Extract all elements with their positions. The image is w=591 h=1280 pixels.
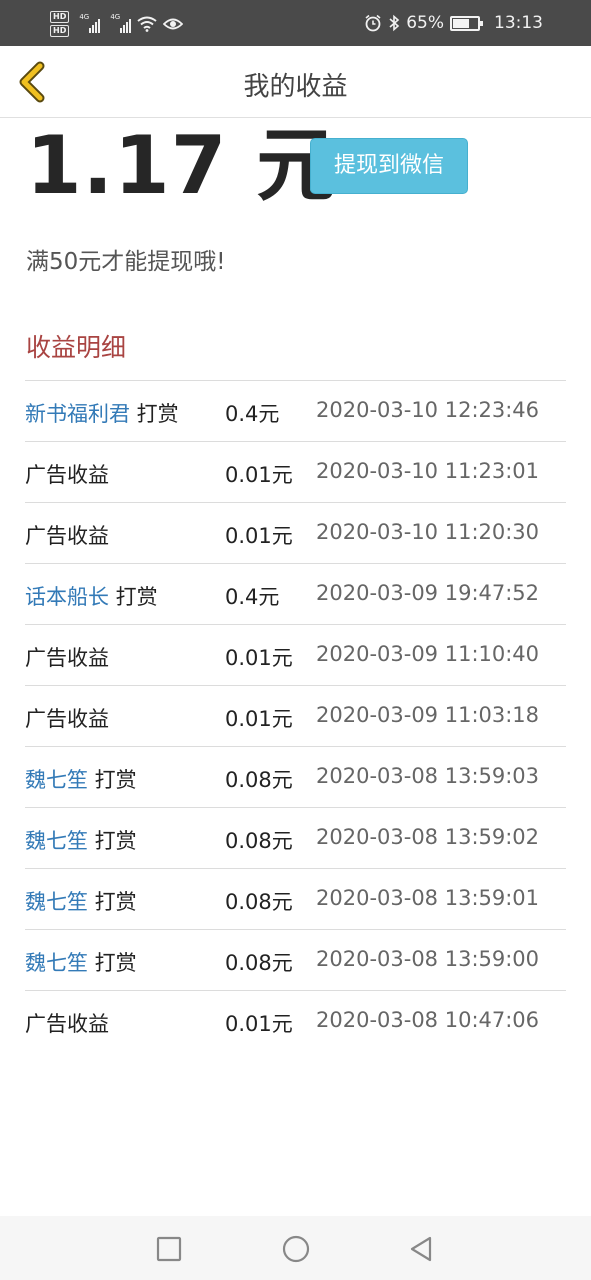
section-title: 收益明细 xyxy=(26,333,127,362)
record-label: 广告收益 xyxy=(25,646,109,670)
recent-apps-button[interactable] xyxy=(154,1234,184,1264)
network-type-2: 4G xyxy=(110,13,121,21)
record-name: 新书福利君 打赏 xyxy=(25,398,179,428)
record-time: 2020-03-09 11:03:18 xyxy=(316,703,540,727)
battery-icon xyxy=(450,15,483,31)
record-time: 2020-03-10 12:23:46 xyxy=(316,398,540,422)
record-value: 0.08元 xyxy=(225,951,293,975)
hd-badge-1: HD xyxy=(50,11,70,23)
network-type-1: 4G xyxy=(79,13,90,21)
record-value: 0.08元 xyxy=(225,829,293,853)
record-suffix: 打赏 xyxy=(88,951,137,975)
signal-icon-2: 4G xyxy=(110,13,132,33)
system-nav-bar xyxy=(0,1216,591,1280)
record-value: 0.01元 xyxy=(225,707,293,731)
withdraw-tip: 满50元才能提现哦! xyxy=(26,249,226,275)
record-time: 2020-03-10 11:23:01 xyxy=(316,459,540,483)
user-link[interactable]: 魏七笙 xyxy=(25,890,88,914)
battery-fill xyxy=(453,18,469,28)
list-item: 广告收益 0.01元 2020-03-09 11:10:40 xyxy=(25,624,566,685)
list-item: 话本船长 打赏 0.4元 2020-03-09 19:47:52 xyxy=(25,563,566,624)
record-name: 广告收益 xyxy=(25,1008,109,1038)
record-name: 话本船长 打赏 xyxy=(25,581,158,611)
record-time: 2020-03-08 10:47:06 xyxy=(316,1008,540,1032)
record-value: 0.01元 xyxy=(225,646,293,670)
record-name: 魏七笙 打赏 xyxy=(25,947,137,977)
bluetooth-icon xyxy=(389,14,400,32)
list-item: 魏七笙 打赏 0.08元 2020-03-08 13:59:00 xyxy=(25,929,566,990)
clock: 13:13 xyxy=(494,13,543,33)
balance-amount: 1.17 元 xyxy=(26,119,338,212)
record-value: 0.4元 xyxy=(225,585,280,609)
list-item: 魏七笙 打赏 0.08元 2020-03-08 13:59:02 xyxy=(25,807,566,868)
alarm-icon xyxy=(365,14,381,32)
record-name: 广告收益 xyxy=(25,642,109,672)
eye-icon xyxy=(163,18,184,30)
signal-icon-1: 4G xyxy=(79,13,101,33)
list-item: 广告收益 0.01元 2020-03-09 11:03:18 xyxy=(25,685,566,746)
square-icon xyxy=(156,1236,182,1262)
list-item: 魏七笙 打赏 0.08元 2020-03-08 13:59:03 xyxy=(25,746,566,807)
battery-percent: 65% xyxy=(406,13,444,33)
back-nav-button[interactable] xyxy=(406,1234,436,1264)
record-value: 0.01元 xyxy=(225,524,293,548)
record-value: 0.08元 xyxy=(225,890,293,914)
list-item: 魏七笙 打赏 0.08元 2020-03-08 13:59:01 xyxy=(25,868,566,929)
list-item: 广告收益 0.01元 2020-03-08 10:47:06 xyxy=(25,990,566,1051)
record-value: 0.08元 xyxy=(225,768,293,792)
record-time: 2020-03-09 19:47:52 xyxy=(316,581,540,605)
hd-badge-2: HD xyxy=(50,25,70,37)
record-name: 广告收益 xyxy=(25,459,109,489)
hd-indicators: HD HD xyxy=(50,11,70,37)
status-left: HD HD 4G 4G xyxy=(50,8,184,40)
status-right: 65% 13:13 xyxy=(364,10,543,36)
list-item: 广告收益 0.01元 2020-03-10 11:23:01 xyxy=(25,441,566,502)
record-time: 2020-03-08 13:59:01 xyxy=(316,886,540,910)
circle-icon xyxy=(282,1235,310,1263)
record-suffix: 打赏 xyxy=(88,829,137,853)
record-value: 0.4元 xyxy=(225,402,280,426)
record-suffix: 打赏 xyxy=(130,402,179,426)
record-suffix: 打赏 xyxy=(88,890,137,914)
record-label: 广告收益 xyxy=(25,707,109,731)
record-suffix: 打赏 xyxy=(109,585,158,609)
record-name: 广告收益 xyxy=(25,520,109,550)
list-item: 新书福利君 打赏 0.4元 2020-03-10 12:23:46 xyxy=(25,380,566,441)
withdraw-to-wechat-button[interactable]: 提现到微信 xyxy=(310,138,468,194)
record-name: 魏七笙 打赏 xyxy=(25,886,137,916)
record-time: 2020-03-10 11:20:30 xyxy=(316,520,540,544)
home-button[interactable] xyxy=(281,1234,311,1264)
record-label: 广告收益 xyxy=(25,524,109,548)
record-time: 2020-03-08 13:59:02 xyxy=(316,825,540,849)
record-time: 2020-03-08 13:59:03 xyxy=(316,764,540,788)
record-name: 广告收益 xyxy=(25,703,109,733)
page-title: 我的收益 xyxy=(243,72,348,102)
record-time: 2020-03-09 11:10:40 xyxy=(316,642,540,666)
record-name: 魏七笙 打赏 xyxy=(25,825,137,855)
record-value: 0.01元 xyxy=(225,1012,293,1036)
record-name: 魏七笙 打赏 xyxy=(25,764,137,794)
user-link[interactable]: 魏七笙 xyxy=(25,768,88,792)
wifi-icon xyxy=(137,16,157,32)
status-bar: HD HD 4G 4G 65% 13:13 xyxy=(0,0,591,46)
record-label: 广告收益 xyxy=(25,463,109,487)
app-header: 我的收益 xyxy=(0,46,591,118)
record-value: 0.01元 xyxy=(225,463,293,487)
user-link[interactable]: 魏七笙 xyxy=(25,951,88,975)
record-label: 广告收益 xyxy=(25,1012,109,1036)
user-link[interactable]: 话本船长 xyxy=(25,585,109,609)
list-item: 广告收益 0.01元 2020-03-10 11:20:30 xyxy=(25,502,566,563)
earnings-list: 新书福利君 打赏 0.4元 2020-03-10 12:23:46 广告收益 0… xyxy=(25,380,566,1051)
user-link[interactable]: 魏七笙 xyxy=(25,829,88,853)
user-link[interactable]: 新书福利君 xyxy=(25,402,130,426)
triangle-back-icon xyxy=(410,1236,432,1262)
record-suffix: 打赏 xyxy=(88,768,137,792)
record-time: 2020-03-08 13:59:00 xyxy=(316,947,540,971)
